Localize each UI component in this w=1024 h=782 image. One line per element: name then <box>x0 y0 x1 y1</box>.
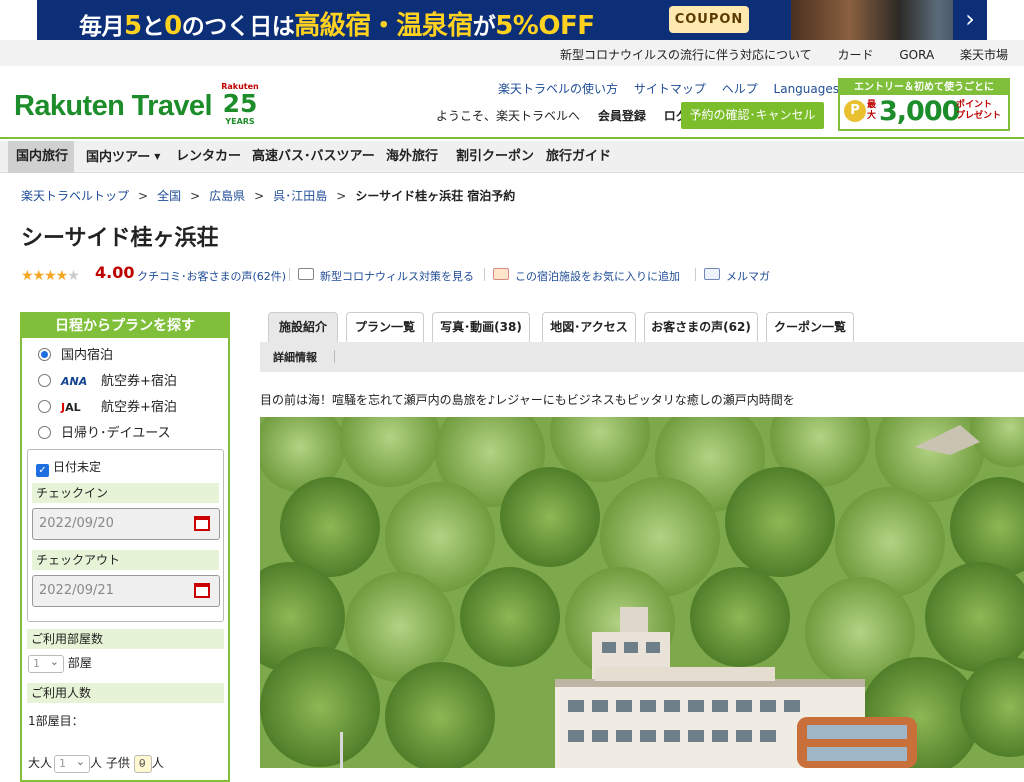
tab-photos[interactable]: 写真･動画(38) <box>432 312 530 342</box>
covid-measures-link[interactable]: 新型コロナウィルス対策を見る <box>298 268 474 284</box>
gnav-overseas[interactable]: 海外旅行 <box>386 141 438 173</box>
page-title: シーサイド桂ヶ浜荘 <box>21 226 219 251</box>
calendar-icon[interactable] <box>194 516 210 531</box>
divider <box>289 268 290 281</box>
languages-dropdown[interactable]: Languages <box>774 82 848 96</box>
divider <box>334 350 335 363</box>
gnav-guide[interactable]: 旅行ガイド <box>546 141 611 173</box>
header-nav: 楽天トラベルの使い方 サイトマップ ヘルプ Languages <box>498 80 860 97</box>
utility-link-gora[interactable]: GORA <box>899 48 934 62</box>
guests-label: ご利用人数 <box>27 683 224 703</box>
welcome-row: ようこそ、楽天トラベルへ 会員登録 ログイン <box>436 107 712 124</box>
adults-select[interactable]: 1 <box>54 754 91 773</box>
promo-banner-text: 毎月5と0のつく日は高級宿・温泉宿が5%OFF <box>79 11 595 40</box>
gnav-domestic-tour[interactable]: 国内ツアー <box>86 141 160 173</box>
gnav-bus[interactable]: 高速バス･バスツアー <box>252 141 375 173</box>
points-promo-banner[interactable]: エントリー＆初めて使うごとに P 最大 3,000 ポイント プレゼント <box>838 78 1010 131</box>
rooms-row: 1 部屋 <box>28 654 92 673</box>
plan-search-panel: 日程からプランを探す 国内宿泊 ANA 航空券+宿泊 JAL 航空券+宿泊 日帰り･… <box>20 312 230 782</box>
hotel-tagline: 目の前は海！喧騒を忘れて瀬戸内の島旅を♪レジャーにもビジネスもピッタリな癒しの瀬… <box>260 393 795 407</box>
gnav-domestic[interactable]: 国内旅行 <box>8 141 74 173</box>
breadcrumb-current: シーサイド桂ヶ浜荘 宿泊予約 <box>355 189 516 203</box>
hotel-photo-illustration <box>260 417 1024 768</box>
checkbox-checked-icon[interactable]: ✓ <box>36 464 49 477</box>
facility-tabs: 施設紹介 プラン一覧 写真･動画(38) 地図･アクセス お客さまの声(62) … <box>268 312 1024 342</box>
utility-link-card[interactable]: カード <box>838 48 874 62</box>
tab-plan-list[interactable]: プラン一覧 <box>346 312 424 342</box>
rakuten-travel-logo[interactable]: Rakuten Travel <box>14 90 213 123</box>
breadcrumb-pref[interactable]: 広島県 <box>209 189 245 203</box>
utility-bar: 新型コロナウイルスの流行に伴う対応について カード GORA 楽天市場 <box>0 40 1024 66</box>
anniversary-logo: Rakuten 25 YEARS <box>221 82 259 126</box>
star-rating-icon: ★★★★★ <box>21 268 80 284</box>
checkout-label: チェックアウト <box>32 550 219 570</box>
reviews-link[interactable]: クチコミ･お客さまの声(62件) <box>137 268 286 284</box>
coupon-badge: COUPON <box>669 6 749 33</box>
option-jal-air-stay[interactable]: JAL 航空券+宿泊 <box>38 396 177 415</box>
option-ana-air-stay[interactable]: ANA 航空券+宿泊 <box>38 370 177 389</box>
radio-icon[interactable] <box>38 426 51 439</box>
children-input[interactable]: 0 <box>133 754 152 773</box>
rating-row: ★★★★★ 4.00 クチコミ･お客さまの声(62件) 新型コロナウィルス対策を… <box>21 263 770 285</box>
reservation-confirm-button[interactable]: 予約の確認･キャンセル <box>681 102 824 129</box>
gnav-rentacar[interactable]: レンタカー <box>176 141 241 173</box>
utility-link-covid[interactable]: 新型コロナウイルスの流行に伴う対応について <box>560 48 812 62</box>
radio-selected-icon[interactable] <box>38 348 51 361</box>
ana-logo-icon: ANA <box>61 375 88 388</box>
global-nav: 国内旅行 国内ツアー レンタカー 高速バス･バスツアー 海外旅行 割引クーポン … <box>0 141 1024 173</box>
promo-max-label: 最大 <box>867 100 877 121</box>
newsletter-link[interactable]: メルマガ <box>704 268 770 284</box>
breadcrumb: 楽天トラベルトップ > 全国 > 広島県 > 呉･江田島 > シーサイド桂ヶ浜荘 宿泊予約 <box>21 189 516 203</box>
radio-icon[interactable] <box>38 400 51 413</box>
tab-reviews[interactable]: お客さまの声(62) <box>644 312 758 342</box>
checkout-input[interactable]: 2022/09/21 <box>32 575 220 607</box>
header-link-sitemap[interactable]: サイトマップ <box>634 82 706 96</box>
promo-banner[interactable]: 毎月5と0のつく日は高級宿・温泉宿が5%OFF COUPON › <box>0 0 1024 40</box>
banner-next-arrow-icon[interactable]: › <box>953 0 987 40</box>
tab-coupons[interactable]: クーポン一覧 <box>766 312 854 342</box>
option-dayuse[interactable]: 日帰り･デイユース <box>38 422 171 441</box>
sub-tabs: 詳細情報 <box>260 342 1024 372</box>
date-box: ✓ 日付未定 チェックイン 2022/09/20 チェックアウト 2022/09/… <box>27 449 224 622</box>
register-link[interactable]: 会員登録 <box>598 109 646 123</box>
hotel-main-photo[interactable] <box>260 417 1024 768</box>
utility-link-ichiba[interactable]: 楽天市場 <box>960 48 1008 62</box>
divider <box>484 268 485 281</box>
site-header: Rakuten Travel Rakuten 25 YEARS 楽天トラベルの使… <box>0 66 1024 139</box>
gnav-coupon[interactable]: 割引クーポン <box>456 141 534 173</box>
welcome-text: ようこそ、楽天トラベルへ <box>436 109 581 123</box>
subtab-details[interactable]: 詳細情報 <box>273 349 317 365</box>
header-link-help[interactable]: ヘルプ <box>722 82 758 96</box>
breadcrumb-top[interactable]: 楽天トラベルトップ <box>21 189 129 203</box>
promo-entry-text: エントリー＆初めて使うごとに <box>840 80 1008 95</box>
date-undecided-checkbox[interactable]: ✓ 日付未定 <box>36 458 101 477</box>
promo-banner-inner[interactable]: 毎月5と0のつく日は高級宿・温泉宿が5%OFF COUPON › <box>37 0 987 40</box>
rooms-label: ご利用部屋数 <box>27 629 224 649</box>
add-favorite-link[interactable]: この宿泊施設をお気に入りに追加 <box>493 268 680 284</box>
checkin-input[interactable]: 2022/09/20 <box>32 508 220 540</box>
points-coin-icon: P <box>844 100 866 122</box>
promo-suffix: ポイント プレゼント <box>956 100 1002 121</box>
rating-score: 4.00 <box>95 263 135 282</box>
guests-row: 大人1人 子供 0人 <box>28 754 164 773</box>
jal-logo-icon: JAL <box>61 401 81 414</box>
divider <box>695 268 696 281</box>
room-1-label: 1部屋目： <box>28 714 84 728</box>
breadcrumb-nation[interactable]: 全国 <box>157 189 181 203</box>
option-domestic-stay[interactable]: 国内宿泊 <box>38 344 113 363</box>
tab-map-access[interactable]: 地図･アクセス <box>542 312 636 342</box>
radio-icon[interactable] <box>38 374 51 387</box>
checkin-label: チェックイン <box>32 483 219 503</box>
plan-search-title: 日程からプランを探す <box>22 314 228 338</box>
breadcrumb-area[interactable]: 呉･江田島 <box>273 189 327 203</box>
promo-points-value: 3,000 <box>879 96 960 127</box>
rooms-select[interactable]: 1 <box>28 654 64 673</box>
header-link-howto[interactable]: 楽天トラベルの使い方 <box>498 82 618 96</box>
tab-facility-intro[interactable]: 施設紹介 <box>268 312 338 342</box>
calendar-icon[interactable] <box>194 583 210 598</box>
